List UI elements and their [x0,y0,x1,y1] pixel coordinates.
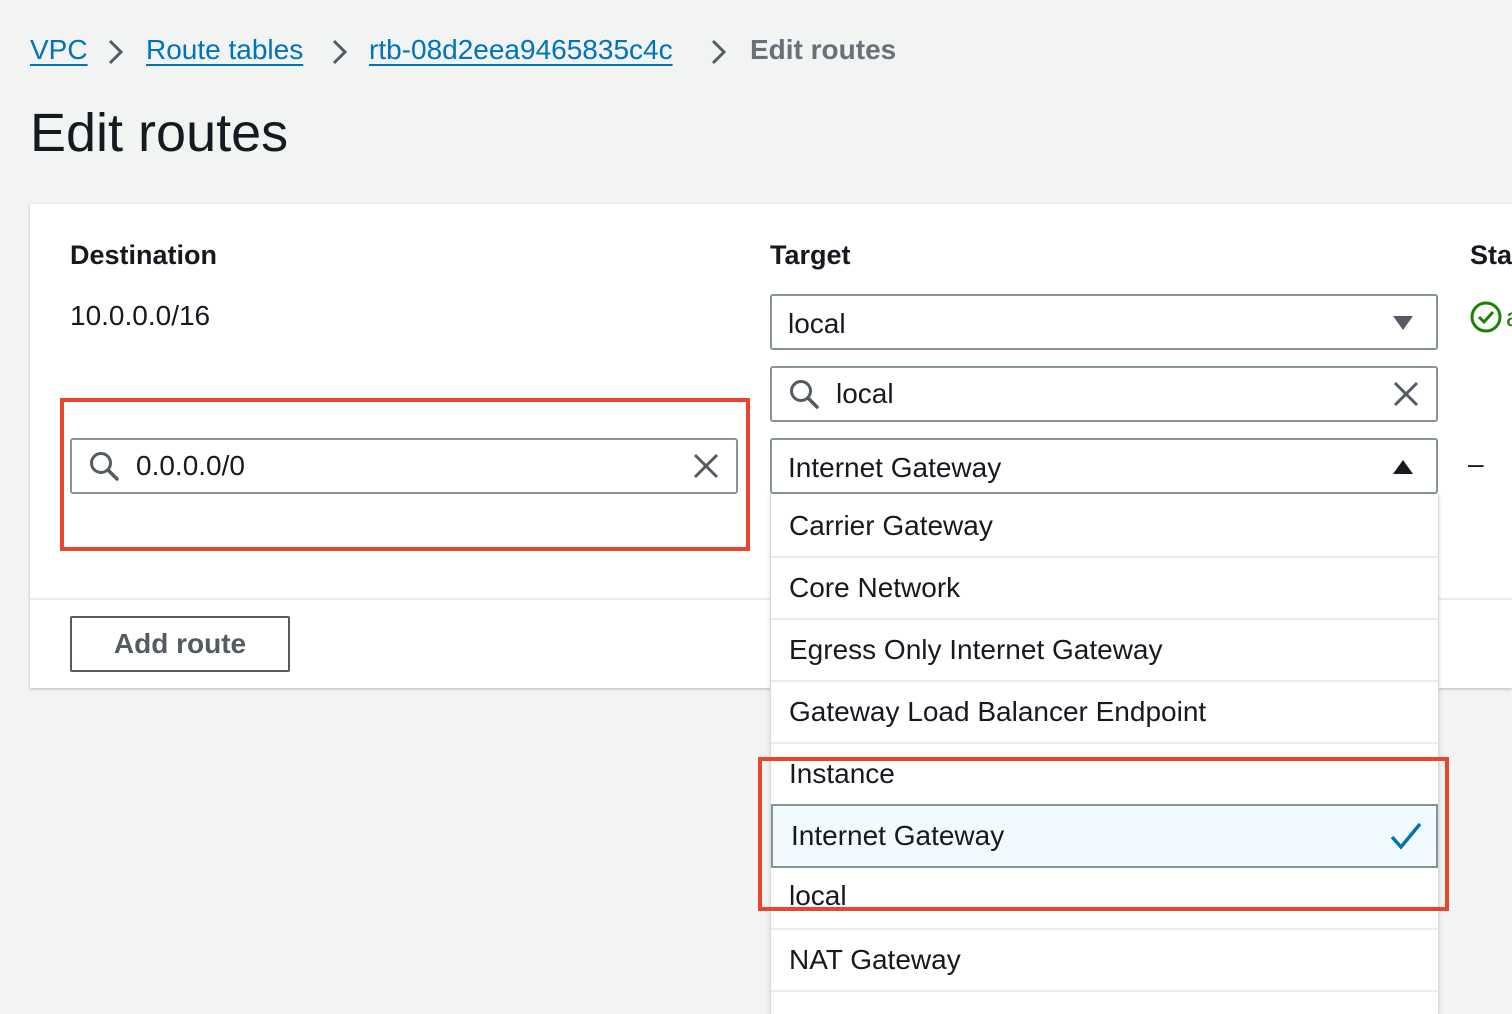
route-2-target-type-value: Internet Gateway [788,452,1002,483]
option-label: Carrier Gateway [789,510,993,541]
route-2-destination-field[interactable] [70,438,738,494]
option-label: Gateway Load Balancer Endpoint [789,696,1207,727]
breadcrumb-vpc-link[interactable]: VPC [30,34,88,66]
route-1-target-search-field[interactable] [770,366,1438,422]
route-2-destination-input[interactable] [136,448,676,484]
target-type-dropdown-list: Carrier Gateway Core Network Egress Only… [770,494,1439,1014]
route-1-target-type-select[interactable]: local [770,294,1438,350]
dropdown-option-instance[interactable]: Instance [771,744,1438,804]
route-1-destination: 10.0.0.0/16 [70,300,211,331]
option-label: Internet Gateway [791,820,1005,851]
route-2-target-type-select[interactable]: Internet Gateway [770,438,1438,494]
option-label: Instance [789,758,895,789]
option-label: Core Network [789,572,961,603]
route-1-status-text: active [1506,302,1512,333]
chevron-right-icon [104,38,128,66]
breadcrumb-current: Edit routes [750,34,897,65]
dropdown-option-nat-gateway[interactable]: NAT Gateway [771,930,1438,990]
check-circle-icon [1469,300,1503,334]
route-1-target-type-value: local [788,308,846,339]
search-icon [788,378,820,410]
caret-down-icon [1392,314,1414,332]
add-route-button[interactable]: Add route [70,616,290,672]
page-title: Edit routes [30,103,289,163]
dropdown-option-egress-only-internet-gateway[interactable]: Egress Only Internet Gateway [771,620,1438,680]
dropdown-option-internet-gateway[interactable]: Internet Gateway [771,804,1438,868]
dropdown-option-local[interactable]: local [771,868,1438,928]
status-column-header: Sta [1470,240,1512,270]
chevron-right-icon [328,38,352,66]
dropdown-option-core-network[interactable]: Core Network [771,558,1438,618]
destination-column-header: Destination [70,240,218,270]
route-2-status-text: – [1468,448,1484,479]
dropdown-option-gateway-load-balancer-endpoint[interactable]: Gateway Load Balancer Endpoint [771,682,1438,742]
dropdown-option-carrier-gateway[interactable]: Carrier Gateway [771,494,1438,556]
option-divider [771,990,1438,992]
breadcrumb-route-tables-link[interactable]: Route tables [146,34,303,66]
route-1-target-search-input[interactable] [836,376,1376,412]
close-icon[interactable] [692,452,720,480]
option-label: NAT Gateway [789,944,961,975]
option-label: Egress Only Internet Gateway [789,634,1163,665]
caret-up-icon [1392,458,1414,476]
breadcrumb-route-table-id-link[interactable]: rtb-08d2eea9465835c4c [369,34,673,66]
close-icon[interactable] [1392,380,1420,408]
chevron-right-icon [707,38,731,66]
target-column-header: Target [770,240,851,270]
checkmark-icon [1389,820,1423,852]
search-icon [88,450,120,482]
option-label: local [789,880,847,911]
